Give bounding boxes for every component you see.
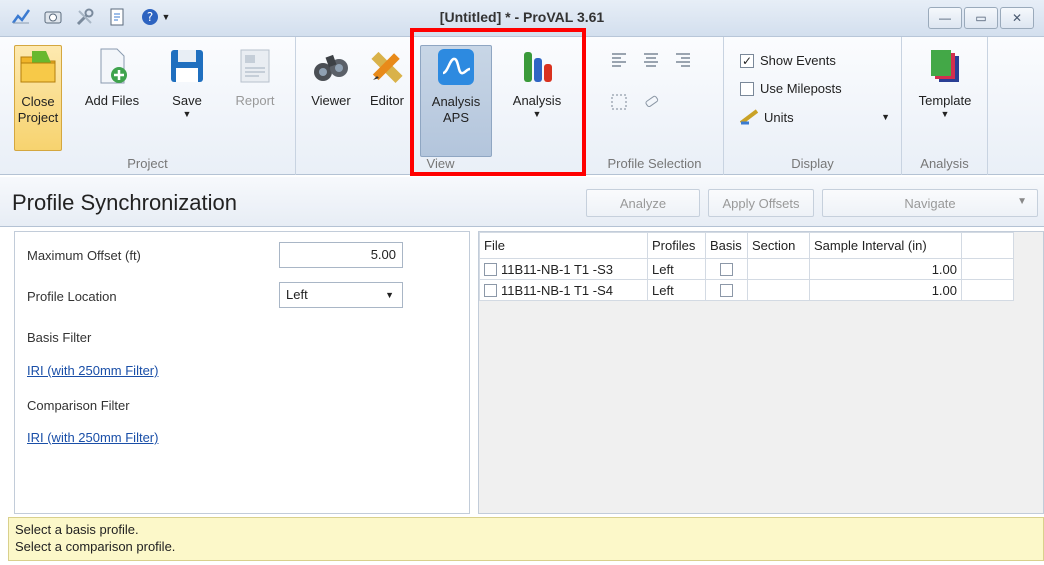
ruler-icon (740, 109, 758, 125)
interval-cell: 1.00 (809, 258, 962, 280)
settings-panel: Maximum Offset (ft) 5.00 Profile Locatio… (14, 231, 470, 514)
ribbon-group-view: Viewer Editor Analysis APS Analysis ▼ Vi… (296, 37, 586, 175)
basis-filter-label: Basis Filter (27, 330, 92, 345)
apply-offsets-button[interactable]: Apply Offsets (708, 189, 814, 217)
group-label-view: View (426, 156, 455, 171)
checkmark-icon: ✓ (740, 53, 754, 68)
save-button[interactable]: Save ▼ (162, 45, 212, 119)
basis-checkbox[interactable] (720, 283, 733, 297)
marquee-select-icon[interactable] (610, 93, 628, 111)
interval-cell: 1.00 (809, 279, 962, 301)
section-cell (747, 279, 810, 301)
align-left-icon[interactable] (610, 51, 628, 69)
template-button[interactable]: Template ▼ (912, 45, 978, 119)
max-offset-label: Maximum Offset (ft) (27, 248, 141, 263)
app-window: ? ▼ [Untitled] * - ProVAL 3.61 — ▭ ✕ Clo… (0, 0, 1044, 565)
file-cell[interactable]: 11B11-NB-1 T1 -S3 (479, 258, 648, 280)
template-icon (925, 45, 965, 87)
ribbon-group-project: Close Project Add Files Save ▼ Report Pr… (0, 37, 296, 175)
window-title: [Untitled] * - ProVAL 3.61 (439, 9, 605, 25)
show-events-checkbox[interactable]: ✓ Show Events (740, 53, 836, 68)
column-header-sample-interval[interactable]: Sample Interval (in) (809, 232, 962, 259)
folder-icon (18, 46, 58, 88)
ribbon: Close Project Add Files Save ▼ Report Pr… (0, 37, 1044, 175)
column-header-file[interactable]: File (479, 232, 648, 259)
profile-table: File Profiles Basis Section Sample Inter… (479, 232, 1014, 301)
binoculars-icon (311, 45, 351, 87)
max-offset-input[interactable]: 5.00 (279, 242, 403, 268)
table-row[interactable]: 11B11-NB-1 T1 -S4 Left 1.00 (479, 279, 1014, 301)
add-files-button[interactable]: Add Files (78, 45, 146, 109)
bar-chart-icon (517, 45, 557, 87)
units-dropdown[interactable]: Units ▼ (740, 109, 890, 125)
ribbon-group-profile-selection: Profile Selection (586, 37, 724, 175)
comparison-filter-link[interactable]: IRI (with 250mm Filter) (27, 430, 158, 445)
align-right-icon[interactable] (674, 51, 692, 69)
title-bar: ? ▼ [Untitled] * - ProVAL 3.61 — ▭ ✕ (0, 0, 1044, 37)
viewer-button[interactable]: Viewer (306, 45, 356, 109)
table-row[interactable]: 11B11-NB-1 T1 -S3 Left 1.00 (479, 258, 1014, 280)
alignment-buttons (610, 51, 692, 69)
basis-cell (705, 258, 748, 280)
floppy-disk-icon (167, 45, 207, 87)
analysis-aps-button[interactable]: Analysis APS (420, 45, 492, 157)
page-title: Profile Synchronization (12, 190, 238, 215)
align-center-icon[interactable] (642, 51, 660, 69)
eraser-icon[interactable] (642, 93, 660, 111)
basis-checkbox[interactable] (720, 262, 733, 276)
file-cell[interactable]: 11B11-NB-1 T1 -S4 (479, 279, 648, 301)
selection-tools (610, 93, 660, 111)
column-header-section[interactable]: Section (747, 232, 810, 259)
pane-header: Profile Synchronization Analyze Apply Of… (0, 177, 1044, 227)
comparison-filter-label: Comparison Filter (27, 398, 130, 413)
table-header-row: File Profiles Basis Section Sample Inter… (479, 232, 1014, 259)
profiles-cell: Left (647, 258, 706, 280)
navigate-dropdown[interactable]: Navigate ▼ (822, 189, 1038, 217)
analyze-button[interactable]: Analyze (586, 189, 700, 217)
column-header-basis[interactable]: Basis (705, 232, 748, 259)
chevron-down-icon: ▼ (385, 290, 394, 300)
waveform-icon (436, 46, 476, 88)
ribbon-group-display: ✓ Show Events Use Mileposts Units ▼ Disp… (724, 37, 902, 175)
ribbon-group-analysis: Template ▼ Analysis (902, 37, 988, 175)
row-checkbox[interactable] (484, 283, 497, 297)
editor-button[interactable]: Editor (364, 45, 410, 109)
profile-grid-panel: File Profiles Basis Section Sample Inter… (478, 231, 1044, 514)
add-file-icon (92, 45, 132, 87)
pencil-ruler-icon (367, 45, 407, 87)
column-header-profiles[interactable]: Profiles (647, 232, 706, 259)
maximize-button[interactable]: ▭ (964, 7, 998, 29)
basis-cell (705, 279, 748, 301)
group-label-profile-selection: Profile Selection (607, 156, 702, 171)
group-label-project: Project (127, 156, 168, 171)
status-message: Select a basis profile. Select a compari… (8, 517, 1044, 561)
chevron-down-icon: ▼ (532, 109, 542, 119)
group-label-analysis: Analysis (920, 156, 969, 171)
row-checkbox[interactable] (484, 262, 497, 276)
report-button[interactable]: Report (226, 45, 284, 109)
chevron-down-icon: ▼ (1017, 196, 1027, 207)
profile-location-select[interactable]: Left ▼ (279, 282, 403, 308)
status-line: Select a basis profile. (15, 522, 139, 537)
chevron-down-icon: ▼ (940, 109, 950, 119)
report-icon (235, 45, 275, 87)
minimize-button[interactable]: — (928, 7, 962, 29)
use-mileposts-checkbox[interactable]: Use Mileposts (740, 81, 842, 96)
basis-filter-link[interactable]: IRI (with 250mm Filter) (27, 363, 158, 378)
group-label-display: Display (791, 156, 834, 171)
close-button[interactable]: ✕ (1000, 7, 1034, 29)
status-line: Select a comparison profile. (15, 539, 176, 554)
profile-location-label: Profile Location (27, 289, 117, 304)
chevron-down-icon: ▼ (881, 112, 890, 122)
section-cell (747, 258, 810, 280)
chevron-down-icon: ▼ (182, 109, 192, 119)
window-controls: — ▭ ✕ (928, 7, 1034, 29)
profiles-cell: Left (647, 279, 706, 301)
analysis-button[interactable]: Analysis ▼ (502, 45, 572, 119)
close-project-button[interactable]: Close Project (14, 45, 62, 151)
